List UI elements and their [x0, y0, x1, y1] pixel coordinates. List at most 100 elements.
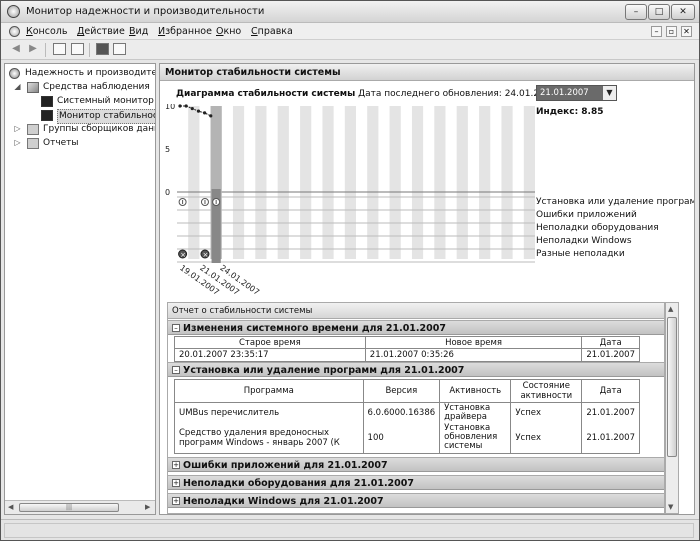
stability-chart[interactable]: 10 5 0 × × 19.01.200721.01.200724.01.2007	[160, 104, 540, 304]
chevron-down-icon[interactable]: ▼	[603, 86, 616, 100]
error-icon-glyph: ×	[180, 251, 186, 259]
collapse-arrow-icon[interactable]: ◢	[13, 83, 22, 92]
mdi-restore-button[interactable]: ▫	[666, 26, 677, 37]
category-label: Установка или удаление программ	[536, 197, 695, 207]
mdi-close-button[interactable]: ✕	[681, 26, 692, 37]
x-axis-ticks: 19.01.200721.01.200724.01.2007	[178, 263, 261, 297]
section-install-uninstall[interactable]: – Установка или удаление программ для 21…	[168, 362, 664, 377]
help-icon[interactable]	[96, 43, 109, 55]
stability-monitor-pane: Монитор стабильности системы Диаграмма с…	[159, 63, 695, 515]
expand-arrow-icon[interactable]: ▷	[13, 139, 22, 148]
category-label: Разные неполадки	[536, 249, 625, 259]
show-hide-tree-icon[interactable]	[71, 43, 84, 55]
category-label: Неполадки оборудования	[536, 223, 659, 233]
report-title: Отчет о стабильности системы	[172, 306, 313, 316]
folder-icon	[27, 124, 39, 135]
close-button[interactable]: ✕	[671, 4, 695, 20]
menu-help[interactable]: Справка	[251, 26, 293, 37]
table-row[interactable]: UMBus перечислитель 6.0.6000.16386 Устан…	[174, 402, 640, 423]
up-level-icon[interactable]	[53, 43, 66, 55]
category-label: Неполадки Windows	[536, 236, 632, 246]
expand-icon[interactable]: +	[172, 461, 180, 469]
monitor-icon	[41, 110, 53, 121]
column-header[interactable]: Дата	[581, 336, 640, 349]
scrollbar-thumb[interactable]	[667, 317, 677, 457]
report-vertical-scrollbar[interactable]: ▲ ▼	[665, 302, 679, 514]
toolbar-separator	[45, 43, 46, 57]
toolbar: ◀ ▶	[1, 40, 699, 60]
stability-point	[184, 104, 188, 108]
y-tick-label: 10	[165, 104, 175, 111]
pane-header: Монитор стабильности системы	[160, 64, 694, 81]
app-window: Монитор надежности и производительности …	[0, 0, 700, 541]
table-row[interactable]: 20.01.2007 23:35:17 21.01.2007 0:35:26 2…	[174, 348, 640, 362]
menu-console[interactable]: Консоль	[26, 26, 67, 37]
scroll-down-icon[interactable]: ▼	[668, 503, 673, 511]
status-bar-cell	[4, 523, 694, 538]
section-hardware-failures[interactable]: + Неполадки оборудования для 21.01.2007	[168, 475, 664, 490]
expand-icon[interactable]: +	[172, 479, 180, 487]
title-bar: Монитор надежности и производительности …	[1, 1, 699, 23]
folder-icon	[27, 138, 39, 149]
section-app-errors[interactable]: + Ошибки приложений для 21.01.2007	[168, 457, 664, 472]
y-tick-label: 0	[165, 188, 170, 197]
column-header[interactable]: Программа	[174, 379, 364, 403]
section-time-changes[interactable]: – Изменения системного времени для 21.01…	[168, 320, 664, 335]
expand-icon[interactable]: +	[172, 497, 180, 505]
menu-action[interactable]: Действие	[77, 26, 125, 37]
stability-report: Отчет о стабильности системы – Изменения…	[167, 302, 665, 514]
console-tree: Надежность и производительно ◢ Средства …	[4, 63, 156, 515]
expand-arrow-icon[interactable]: ▷	[13, 125, 22, 134]
gear-icon	[9, 68, 20, 79]
tree-horizontal-scrollbar[interactable]: ◀ ||| ▶	[5, 500, 155, 514]
date-dropdown-value: 21.01.2007	[537, 86, 603, 100]
stability-point	[178, 104, 182, 108]
scroll-right-icon[interactable]: ▶	[145, 503, 150, 511]
scroll-left-icon[interactable]: ◀	[8, 503, 13, 511]
maximize-button[interactable]: □	[648, 4, 670, 20]
error-icon-glyph: ×	[202, 251, 208, 259]
stability-point	[196, 109, 201, 113]
window-title: Монитор надежности и производительности	[26, 6, 265, 17]
column-header[interactable]: Дата	[581, 379, 640, 403]
menu-view[interactable]: Вид	[129, 26, 148, 37]
installs-table: Программа Версия Активность Состояние ак…	[174, 379, 640, 454]
column-header[interactable]: Состояние активности	[510, 379, 583, 403]
column-header[interactable]: Старое время	[174, 336, 366, 349]
y-axis-ticks: 10 5 0	[165, 104, 175, 197]
properties-icon[interactable]	[113, 43, 126, 55]
column-header[interactable]: Новое время	[364, 336, 583, 349]
collapse-icon[interactable]: –	[172, 366, 180, 374]
column-header[interactable]: Активность	[439, 379, 512, 403]
selected-day-column[interactable]	[210, 106, 222, 263]
menu-window[interactable]: Окно	[216, 26, 241, 37]
scrollbar-thumb[interactable]: |||	[19, 503, 119, 512]
stability-point	[209, 114, 213, 118]
stability-point	[190, 106, 194, 111]
collapse-icon[interactable]: –	[172, 324, 180, 332]
status-bar	[1, 519, 699, 540]
forward-arrow-icon[interactable]: ▶	[26, 43, 40, 56]
mdi-minimize-button[interactable]: –	[651, 26, 662, 37]
back-arrow-icon[interactable]: ◀	[9, 43, 23, 56]
category-label: Ошибки приложений	[536, 210, 637, 220]
menu-bar: Консоль Действие Вид Избранное Окно Спра…	[1, 23, 699, 40]
chart-title: Диаграмма стабильности системы Дата посл…	[176, 89, 557, 99]
console-icon[interactable]	[9, 26, 20, 37]
column-header[interactable]: Версия	[362, 379, 441, 403]
tools-icon	[27, 82, 39, 93]
menu-favorites[interactable]: Избранное	[158, 26, 212, 37]
stability-point	[203, 111, 207, 115]
time-changes-table: Старое время Новое время Дата 20.01.2007…	[174, 336, 640, 362]
stability-index: Индекс: 8.85	[536, 107, 604, 117]
table-row[interactable]: Средство удаления вредоносных программ W…	[174, 423, 640, 454]
minimize-button[interactable]: –	[625, 4, 647, 20]
section-windows-failures[interactable]: + Неполадки Windows для 21.01.2007	[168, 493, 664, 508]
scroll-up-icon[interactable]: ▲	[668, 305, 673, 313]
monitor-icon	[41, 96, 53, 107]
y-tick-label: 5	[165, 145, 170, 154]
pane-title: Монитор стабильности системы	[165, 67, 341, 78]
report-title-bar: Отчет о стабильности системы	[168, 303, 664, 319]
date-dropdown[interactable]: 21.01.2007 ▼	[536, 85, 617, 101]
toolbar-separator	[89, 43, 90, 57]
